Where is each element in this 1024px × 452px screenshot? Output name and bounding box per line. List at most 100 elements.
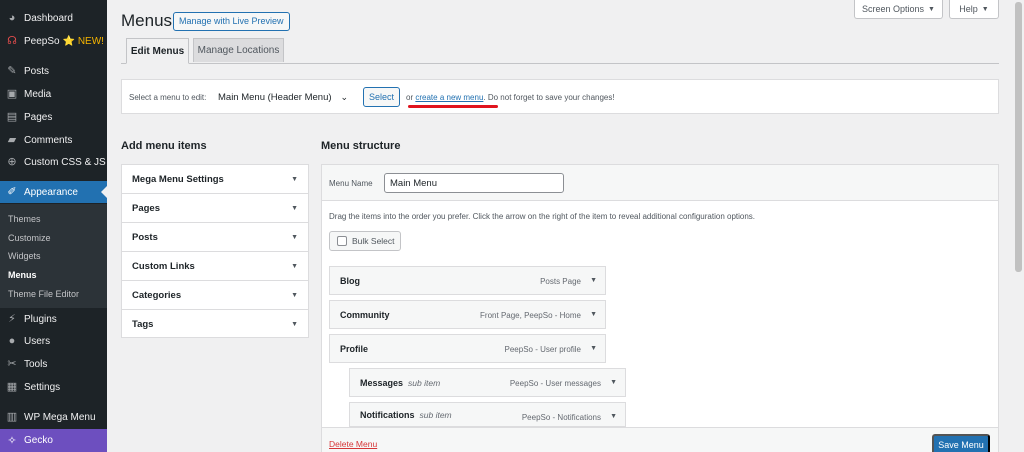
drag-instructions: Drag the items into the order you prefer… — [329, 212, 756, 221]
admin-sidebar: ◕ Dashboard ☊ PeepSo ⭐ NEW! ✎ Posts ▣ Me… — [0, 0, 107, 452]
expand-arrow-icon[interactable]: ▼ — [590, 345, 597, 352]
expand-arrow-icon[interactable]: ▼ — [590, 277, 597, 284]
manage-live-preview-button[interactable]: Manage with Live Preview — [173, 12, 290, 31]
accordion-pages[interactable]: Pages ▼ — [122, 194, 308, 223]
save-reminder-text: . Do not forget to save your changes! — [483, 93, 615, 102]
toggle-arrow-icon[interactable]: ▼ — [291, 321, 298, 328]
sidebar-item-tools[interactable]: ✂ Tools — [0, 353, 107, 375]
accordion-posts[interactable]: Posts ▼ — [122, 223, 308, 252]
sidebar-item-wp-mega-menu[interactable]: ▥ WP Mega Menu — [0, 406, 107, 428]
menu-select-value: Main Menu (Header Menu) — [218, 92, 332, 103]
annotation-underline — [408, 105, 498, 108]
toggle-arrow-icon[interactable]: ▼ — [291, 234, 298, 241]
sidebar-item-settings[interactable]: ▦ Settings — [0, 376, 107, 398]
submenu-item-widgets[interactable]: Widgets — [8, 251, 41, 261]
plug-icon: ⚡ — [8, 313, 16, 325]
menu-structure-panel: Menu Name Drag the items into the order … — [321, 164, 999, 452]
sidebar-item-label: Dashboard — [24, 12, 73, 24]
accordion-label: Categories — [132, 289, 182, 301]
menu-item-title: Blog — [340, 275, 360, 286]
accordion-label: Posts — [132, 231, 158, 243]
pin-icon: ✎ — [7, 65, 17, 77]
menu-select-dropdown[interactable]: Main Menu (Header Menu) ⌄ — [218, 88, 348, 107]
help-label: Help — [959, 4, 978, 14]
help-button[interactable]: Help ▼ — [949, 0, 999, 19]
plus-circle-icon: ⊕ — [7, 156, 17, 168]
sidebar-item-label: Appearance — [24, 186, 78, 198]
sidebar-item-comments[interactable]: ▰ Comments — [0, 129, 107, 151]
submenu-item-themes[interactable]: Themes — [8, 214, 41, 224]
caret-down-icon: ▼ — [928, 5, 935, 13]
sidebar-item-label: Tools — [24, 358, 48, 370]
expand-arrow-icon[interactable]: ▼ — [590, 311, 597, 318]
peepso-icon: ☊ — [7, 35, 17, 47]
sidebar-item-posts[interactable]: ✎ Posts — [0, 60, 107, 82]
save-menu-button[interactable]: Save Menu — [932, 434, 990, 452]
accordion-tags[interactable]: Tags ▼ — [122, 310, 308, 339]
active-arrow-icon — [101, 186, 107, 198]
menu-name-input[interactable] — [384, 173, 564, 193]
menu-item-title: Messages — [360, 377, 404, 388]
toggle-arrow-icon[interactable]: ▼ — [291, 292, 298, 299]
accordion-label: Tags — [132, 319, 154, 330]
create-new-menu-link[interactable]: create a new menu — [415, 93, 483, 102]
sidebar-item-label: Settings — [24, 381, 61, 393]
menu-item-type: PeepSo - User profile — [504, 345, 581, 354]
accordion-categories[interactable]: Categories ▼ — [122, 281, 308, 310]
sidebar-item-label: WP Mega Menu — [24, 411, 96, 423]
scrollbar-thumb[interactable] — [1015, 2, 1022, 272]
gecko-icon: ✧ — [7, 434, 17, 447]
tab-edit-menus[interactable]: Edit Menus — [126, 38, 189, 64]
page-title: Menus — [121, 11, 173, 30]
sidebar-item-dashboard[interactable]: ◕ Dashboard — [0, 7, 107, 29]
screen-options-button[interactable]: Screen Options ▼ — [854, 0, 943, 19]
bulk-select-label: Bulk Select — [352, 236, 395, 246]
menu-item-type: Posts Page — [540, 277, 581, 286]
page-scrollbar[interactable] — [1013, 0, 1024, 452]
submenu-item-theme-file-editor[interactable]: Theme File Editor — [8, 289, 79, 299]
toggle-arrow-icon[interactable]: ▼ — [291, 205, 298, 212]
sidebar-item-plugins[interactable]: ⚡ Plugins — [0, 308, 107, 330]
sidebar-item-custom-css-js[interactable]: ⊕ Custom CSS & JS — [0, 151, 107, 173]
settings-icon: ▦ — [6, 381, 18, 393]
accordion-label: Custom Links — [132, 260, 195, 272]
menu-item-profile[interactable]: Profile PeepSo - User profile ▼ — [329, 334, 606, 363]
submenu-item-menus[interactable]: Menus — [8, 270, 37, 280]
sidebar-item-peepso[interactable]: ☊ PeepSo ⭐ NEW! — [0, 30, 107, 52]
pages-icon: ▤ — [6, 111, 18, 123]
menu-item-community[interactable]: Community Front Page, PeepSo - Home ▼ — [329, 300, 606, 329]
expand-arrow-icon[interactable]: ▼ — [610, 413, 617, 420]
submenu-item-customize[interactable]: Customize — [8, 233, 51, 243]
menu-item-title: Community — [340, 309, 390, 320]
toggle-arrow-icon[interactable]: ▼ — [291, 263, 298, 270]
brush-icon: ✐ — [7, 186, 17, 198]
select-button[interactable]: Select — [363, 87, 400, 107]
delete-menu-link[interactable]: Delete Menu — [329, 439, 377, 449]
sidebar-item-pages[interactable]: ▤ Pages — [0, 106, 107, 128]
menu-name-label: Menu Name — [329, 179, 373, 188]
appearance-submenu: Themes Customize Widgets Menus Theme Fil… — [0, 204, 107, 308]
menu-item-messages[interactable]: Messages sub item PeepSo - User messages… — [349, 368, 626, 397]
menu-item-blog[interactable]: Blog Posts Page ▼ — [329, 266, 606, 295]
add-menu-items-title: Add menu items — [121, 140, 207, 152]
sidebar-item-gecko[interactable]: ✧ Gecko — [0, 429, 107, 452]
sidebar-item-label: Gecko — [24, 435, 53, 446]
accordion-custom-links[interactable]: Custom Links ▼ — [122, 252, 308, 281]
accordion-mega-menu-settings[interactable]: Mega Menu Settings ▼ — [122, 165, 308, 194]
select-menu-label: Select a menu to edit: — [129, 93, 207, 102]
sidebar-item-label: Plugins — [24, 313, 57, 325]
add-items-accordion: Mega Menu Settings ▼ Pages ▼ Posts ▼ Cus… — [121, 164, 309, 338]
bulk-select-button[interactable]: Bulk Select — [329, 231, 401, 251]
chevron-down-icon: ⌄ — [340, 92, 349, 102]
checkbox[interactable] — [337, 236, 347, 246]
expand-arrow-icon[interactable]: ▼ — [610, 379, 617, 386]
tab-manage-locations[interactable]: Manage Locations — [193, 38, 284, 62]
toggle-arrow-icon[interactable]: ▼ — [291, 176, 298, 183]
sidebar-item-label: Pages — [24, 111, 53, 123]
sidebar-item-users[interactable]: ● Users — [0, 330, 107, 352]
menu-item-notifications[interactable]: Notifications sub item PeepSo - Notifica… — [349, 402, 626, 427]
sidebar-item-appearance[interactable]: ✐ Appearance — [0, 181, 107, 203]
screen-options-label: Screen Options — [862, 4, 925, 14]
sidebar-item-media[interactable]: ▣ Media — [0, 83, 107, 105]
accordion-label: Mega Menu Settings — [132, 173, 224, 185]
